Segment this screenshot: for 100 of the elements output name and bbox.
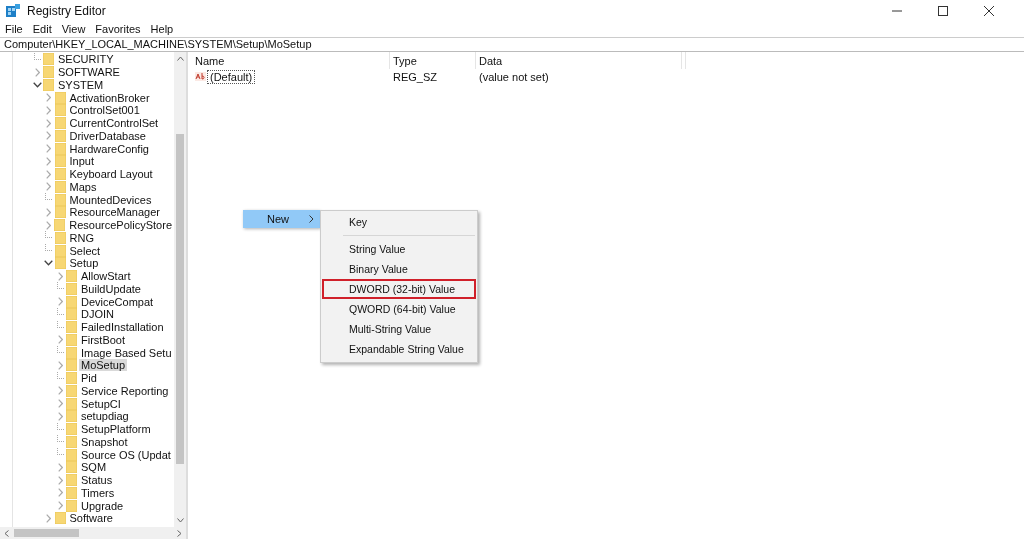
- tree-item[interactable]: SECURITY: [56, 53, 116, 66]
- tree-item[interactable]: DJOIN: [79, 308, 116, 321]
- chevron-right-icon[interactable]: [57, 271, 63, 281]
- folder-icon: [66, 461, 77, 474]
- tree-item[interactable]: Source OS (Updat: [79, 448, 173, 461]
- tree-item[interactable]: SetupPlatform: [79, 423, 153, 436]
- column-header[interactable]: Name: [192, 52, 390, 69]
- tree-item[interactable]: ResourcePolicyStore: [67, 219, 174, 232]
- tree-item[interactable]: SOFTWARE: [56, 66, 122, 79]
- chevron-right-icon[interactable]: [57, 475, 63, 485]
- chevron-right-icon[interactable]: [57, 360, 63, 370]
- tree-item[interactable]: ControlSet001: [67, 104, 142, 117]
- chevron-right-icon[interactable]: [45, 220, 51, 230]
- address-bar[interactable]: Computer\HKEY_LOCAL_MACHINE\SYSTEM\Setup\MoSetup: [0, 37, 1024, 52]
- folder-icon: [66, 435, 77, 448]
- chevron-down-icon[interactable]: [44, 260, 53, 267]
- chevron-right-icon[interactable]: [34, 67, 40, 77]
- menu-item[interactable]: String Value: [322, 239, 476, 259]
- tree-item[interactable]: Input: [67, 155, 96, 168]
- chevron-right-icon[interactable]: [57, 501, 63, 511]
- tree-item[interactable]: Keyboard Layout: [67, 168, 155, 181]
- menu-item[interactable]: View: [61, 23, 86, 35]
- folder-icon: [54, 219, 66, 232]
- tree-item[interactable]: ActivationBroker: [67, 91, 152, 104]
- tree-item[interactable]: Snapshot: [79, 435, 130, 448]
- menu-item[interactable]: QWORD (64-bit) Value: [322, 299, 476, 319]
- chevron-right-icon[interactable]: [46, 131, 51, 141]
- folder-icon: [66, 295, 77, 308]
- tree-item[interactable]: Select: [67, 244, 103, 257]
- tree-item[interactable]: FirstBoot: [79, 333, 127, 346]
- menu-item[interactable]: DWORD (32-bit) Value: [322, 279, 476, 299]
- menu-item[interactable]: Key: [322, 212, 476, 232]
- chevron-right-icon[interactable]: [57, 411, 63, 421]
- chevron-down-icon[interactable]: [32, 81, 42, 88]
- tree-item[interactable]: Timers: [79, 486, 117, 499]
- chevron-right-icon[interactable]: [46, 144, 51, 154]
- close-icon[interactable]: [984, 6, 994, 16]
- menu-item[interactable]: Binary Value: [322, 259, 476, 279]
- folder-icon: [54, 117, 66, 130]
- tree-item[interactable]: SetupCI: [79, 397, 123, 410]
- chevron-right-icon[interactable]: [46, 105, 51, 115]
- chevron-right-icon[interactable]: [46, 156, 51, 166]
- tree-item[interactable]: ResourceManager: [67, 206, 162, 219]
- chevron-right-icon[interactable]: [57, 335, 63, 345]
- tree-item[interactable]: FailedInstallation: [79, 321, 166, 334]
- chevron-right-icon[interactable]: [57, 386, 63, 396]
- chevron-right-icon[interactable]: [46, 118, 51, 128]
- column-header[interactable]: Type: [390, 52, 476, 69]
- folder-icon: [66, 474, 77, 487]
- tree-item[interactable]: SYSTEM: [56, 78, 106, 91]
- chevron-right-icon[interactable]: [46, 513, 51, 523]
- tree-item[interactable]: MoSetup: [79, 359, 128, 372]
- chevron-right-icon[interactable]: [46, 182, 51, 192]
- menu-item[interactable]: Help: [150, 23, 174, 35]
- chevron-right-icon[interactable]: [46, 207, 51, 217]
- tree-item[interactable]: CurrentControlSet: [67, 117, 161, 130]
- tree-item[interactable]: Status: [79, 474, 115, 487]
- menu-item[interactable]: New: [243, 210, 320, 228]
- tree-item[interactable]: Maps: [67, 180, 99, 193]
- scroll-left-icon[interactable]: [4, 529, 9, 537]
- menu-item[interactable]: Edit: [32, 23, 52, 35]
- menu-item[interactable]: File: [5, 23, 23, 35]
- chevron-right-icon[interactable]: [57, 462, 63, 472]
- scroll-up-icon[interactable]: [176, 56, 184, 61]
- maximize-icon[interactable]: [938, 6, 948, 16]
- tree-item[interactable]: Pid: [79, 372, 99, 385]
- tree-item[interactable]: AllowStart: [79, 270, 133, 283]
- folder-icon: [54, 180, 66, 193]
- tree-item[interactable]: BuildUpdate: [79, 282, 143, 295]
- menu-item[interactable]: Multi-String Value: [322, 319, 476, 339]
- chevron-right-icon[interactable]: [57, 399, 63, 409]
- folder-icon: [66, 448, 77, 461]
- tree-item[interactable]: HardwareConfig: [67, 142, 151, 155]
- tree-item[interactable]: Upgrade: [79, 499, 126, 512]
- folder-icon: [66, 333, 77, 346]
- folder-icon: [66, 282, 77, 295]
- tree-item[interactable]: Image Based Setu: [79, 346, 174, 359]
- tree-item[interactable]: SQM: [79, 461, 109, 474]
- folder-icon: [66, 308, 77, 321]
- tree-item[interactable]: DeviceCompat: [79, 295, 156, 308]
- tree-item[interactable]: setupdiag: [79, 410, 131, 423]
- menu-item[interactable]: Expandable String Value: [322, 339, 476, 359]
- tree-item[interactable]: Service Reporting: [79, 384, 171, 397]
- menu-item[interactable]: Favorites: [95, 23, 141, 35]
- tree-item[interactable]: Setup: [67, 257, 101, 270]
- chevron-right-icon[interactable]: [46, 93, 51, 103]
- scrollbar-thumb[interactable]: [176, 134, 184, 464]
- tree-item[interactable]: MountedDevices: [67, 193, 154, 206]
- tree-item[interactable]: RNG: [67, 231, 96, 244]
- chevron-right-icon[interactable]: [57, 297, 63, 307]
- chevron-right-icon[interactable]: [46, 169, 51, 179]
- scroll-down-icon[interactable]: [176, 518, 184, 523]
- scrollbar-thumb[interactable]: [14, 529, 79, 537]
- scroll-right-icon[interactable]: [177, 529, 182, 537]
- column-header[interactable]: Data: [476, 52, 682, 69]
- chevron-right-icon[interactable]: [57, 488, 63, 498]
- tree-item[interactable]: DriverDatabase: [67, 129, 148, 142]
- value-name[interactable]: (Default): [207, 69, 256, 84]
- tree-item[interactable]: Software: [67, 512, 115, 525]
- folder-icon: [54, 142, 66, 155]
